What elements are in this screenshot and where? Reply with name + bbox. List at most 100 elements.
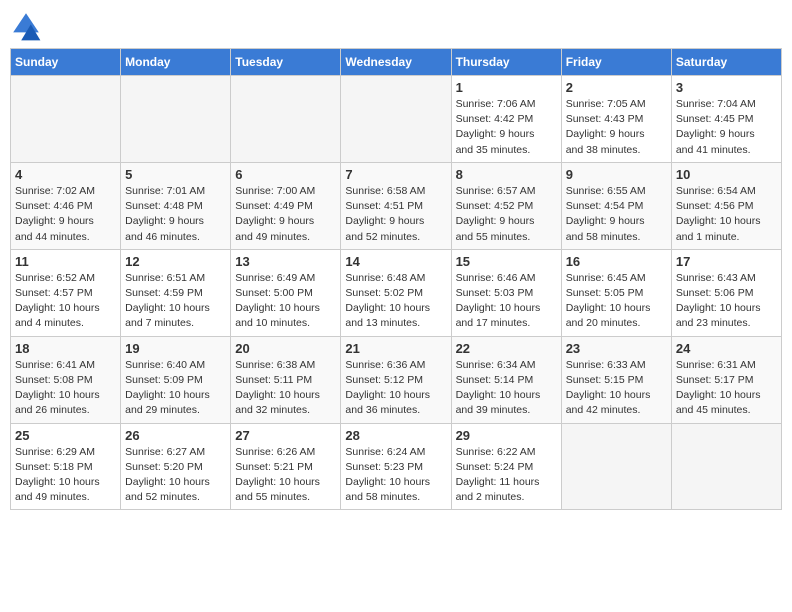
day-cell: 11Sunrise: 6:52 AM Sunset: 4:57 PM Dayli… [11, 249, 121, 336]
day-cell: 15 Sunrise: 6:46 AM Sunset: 5:03 PM Dayli… [451, 249, 561, 336]
day-info: Sunrise: 6:31 AM Sunset: 5:17 PM Dayligh… [676, 358, 777, 419]
day-number: 16 [566, 254, 667, 269]
day-info: Sunrise: 6:55 AM Sunset: 4:54 PM Dayligh… [566, 184, 667, 245]
day-cell: 25 Sunrise: 6:29 AM Sunset: 5:18 PM Dayli… [11, 423, 121, 510]
day-info: Sunrise: 6:45 AM Sunset: 5:05 PM Dayligh… [566, 271, 667, 332]
day-cell [341, 76, 451, 163]
day-info: Sunrise: 7:00 AM Sunset: 4:49 PM Dayligh… [235, 184, 336, 245]
day-number: 7 [345, 167, 446, 182]
day-number: 4 [15, 167, 116, 182]
week-row-4: 18 Sunrise: 6:41 AM Sunset: 5:08 PM Dayli… [11, 336, 782, 423]
day-info: Sunrise: 7:01 AM Sunset: 4:48 PM Dayligh… [125, 184, 226, 245]
day-number: 25 [15, 428, 116, 443]
day-info: Sunrise: 6:26 AM Sunset: 5:21 PM Dayligh… [235, 445, 336, 506]
day-info: Sunrise: 7:04 AM Sunset: 4:45 PM Dayligh… [676, 97, 777, 158]
day-cell: 29 Sunrise: 6:22 AM Sunset: 5:24 PM Dayli… [451, 423, 561, 510]
header-saturday: Saturday [671, 49, 781, 76]
day-number: 13 [235, 254, 336, 269]
day-info: Sunrise: 6:57 AM Sunset: 4:52 PM Dayligh… [456, 184, 557, 245]
day-number: 10 [676, 167, 777, 182]
day-number: 3 [676, 80, 777, 95]
header-sunday: Sunday [11, 49, 121, 76]
day-info: Sunrise: 6:34 AM Sunset: 5:14 PM Dayligh… [456, 358, 557, 419]
day-number: 22 [456, 341, 557, 356]
day-number: 12 [125, 254, 226, 269]
day-cell [231, 76, 341, 163]
day-number: 1 [456, 80, 557, 95]
header-friday: Friday [561, 49, 671, 76]
day-cell: 9 Sunrise: 6:55 AM Sunset: 4:54 PM Daylig… [561, 162, 671, 249]
day-info: Sunrise: 6:24 AM Sunset: 5:23 PM Dayligh… [345, 445, 446, 506]
day-number: 15 [456, 254, 557, 269]
day-number: 18 [15, 341, 116, 356]
day-number: 26 [125, 428, 226, 443]
day-info: Sunrise: 6:54 AM Sunset: 4:56 PM Dayligh… [676, 184, 777, 245]
days-header-row: SundayMondayTuesdayWednesdayThursdayFrid… [11, 49, 782, 76]
day-number: 29 [456, 428, 557, 443]
day-cell: 1 Sunrise: 7:06 AM Sunset: 4:42 PM Daylig… [451, 76, 561, 163]
day-number: 24 [676, 341, 777, 356]
logo [10, 10, 46, 42]
day-info: Sunrise: 7:05 AM Sunset: 4:43 PM Dayligh… [566, 97, 667, 158]
day-number: 23 [566, 341, 667, 356]
logo-icon [10, 10, 42, 42]
day-number: 28 [345, 428, 446, 443]
day-number: 9 [566, 167, 667, 182]
day-cell: 16 Sunrise: 6:45 AM Sunset: 5:05 PM Dayli… [561, 249, 671, 336]
day-info: Sunrise: 7:02 AM Sunset: 4:46 PM Dayligh… [15, 184, 116, 245]
day-cell: 8 Sunrise: 6:57 AM Sunset: 4:52 PM Daylig… [451, 162, 561, 249]
day-info: Sunrise: 6:38 AM Sunset: 5:11 PM Dayligh… [235, 358, 336, 419]
day-info: Sunrise: 6:27 AM Sunset: 5:20 PM Dayligh… [125, 445, 226, 506]
day-cell: 24 Sunrise: 6:31 AM Sunset: 5:17 PM Dayli… [671, 336, 781, 423]
header-wednesday: Wednesday [341, 49, 451, 76]
day-cell [11, 76, 121, 163]
day-number: 20 [235, 341, 336, 356]
day-number: 11 [15, 254, 116, 269]
calendar-table: SundayMondayTuesdayWednesdayThursdayFrid… [10, 48, 782, 510]
day-cell [121, 76, 231, 163]
day-number: 8 [456, 167, 557, 182]
header-monday: Monday [121, 49, 231, 76]
day-number: 6 [235, 167, 336, 182]
day-cell: 18 Sunrise: 6:41 AM Sunset: 5:08 PM Dayli… [11, 336, 121, 423]
week-row-2: 4 Sunrise: 7:02 AM Sunset: 4:46 PM Daylig… [11, 162, 782, 249]
day-info: Sunrise: 6:22 AM Sunset: 5:24 PM Dayligh… [456, 445, 557, 506]
day-cell: 4 Sunrise: 7:02 AM Sunset: 4:46 PM Daylig… [11, 162, 121, 249]
day-cell: 27 Sunrise: 6:26 AM Sunset: 5:21 PM Dayli… [231, 423, 341, 510]
day-cell: 2 Sunrise: 7:05 AM Sunset: 4:43 PM Daylig… [561, 76, 671, 163]
day-info: Sunrise: 6:49 AM Sunset: 5:00 PM Dayligh… [235, 271, 336, 332]
day-cell: 5 Sunrise: 7:01 AM Sunset: 4:48 PM Daylig… [121, 162, 231, 249]
day-cell: 26 Sunrise: 6:27 AM Sunset: 5:20 PM Dayli… [121, 423, 231, 510]
day-cell: 7 Sunrise: 6:58 AM Sunset: 4:51 PM Daylig… [341, 162, 451, 249]
day-cell: 20 Sunrise: 6:38 AM Sunset: 5:11 PM Dayli… [231, 336, 341, 423]
day-info: Sunrise: 6:46 AM Sunset: 5:03 PM Dayligh… [456, 271, 557, 332]
day-number: 21 [345, 341, 446, 356]
header-tuesday: Tuesday [231, 49, 341, 76]
day-cell: 12Sunrise: 6:51 AM Sunset: 4:59 PM Dayli… [121, 249, 231, 336]
week-row-5: 25 Sunrise: 6:29 AM Sunset: 5:18 PM Dayli… [11, 423, 782, 510]
day-info: Sunrise: 7:06 AM Sunset: 4:42 PM Dayligh… [456, 97, 557, 158]
day-number: 2 [566, 80, 667, 95]
day-cell: 3 Sunrise: 7:04 AM Sunset: 4:45 PM Daylig… [671, 76, 781, 163]
day-number: 14 [345, 254, 446, 269]
week-row-1: 1 Sunrise: 7:06 AM Sunset: 4:42 PM Daylig… [11, 76, 782, 163]
day-cell: 19Sunrise: 6:40 AM Sunset: 5:09 PM Dayli… [121, 336, 231, 423]
day-cell: 10 Sunrise: 6:54 AM Sunset: 4:56 PM Dayli… [671, 162, 781, 249]
day-cell: 22 Sunrise: 6:34 AM Sunset: 5:14 PM Dayli… [451, 336, 561, 423]
day-cell: 6 Sunrise: 7:00 AM Sunset: 4:49 PM Daylig… [231, 162, 341, 249]
week-row-3: 11Sunrise: 6:52 AM Sunset: 4:57 PM Dayli… [11, 249, 782, 336]
day-number: 5 [125, 167, 226, 182]
header-thursday: Thursday [451, 49, 561, 76]
day-number: 27 [235, 428, 336, 443]
day-info: Sunrise: 6:41 AM Sunset: 5:08 PM Dayligh… [15, 358, 116, 419]
day-number: 19 [125, 341, 226, 356]
day-info: Sunrise: 6:43 AM Sunset: 5:06 PM Dayligh… [676, 271, 777, 332]
day-info: Sunrise: 6:29 AM Sunset: 5:18 PM Dayligh… [15, 445, 116, 506]
day-cell [671, 423, 781, 510]
day-number: 17 [676, 254, 777, 269]
day-info: Sunrise: 6:58 AM Sunset: 4:51 PM Dayligh… [345, 184, 446, 245]
day-info: Sunrise: 6:36 AM Sunset: 5:12 PM Dayligh… [345, 358, 446, 419]
day-cell: 23 Sunrise: 6:33 AM Sunset: 5:15 PM Dayli… [561, 336, 671, 423]
day-info: Sunrise: 6:48 AM Sunset: 5:02 PM Dayligh… [345, 271, 446, 332]
day-info: Sunrise: 6:33 AM Sunset: 5:15 PM Dayligh… [566, 358, 667, 419]
